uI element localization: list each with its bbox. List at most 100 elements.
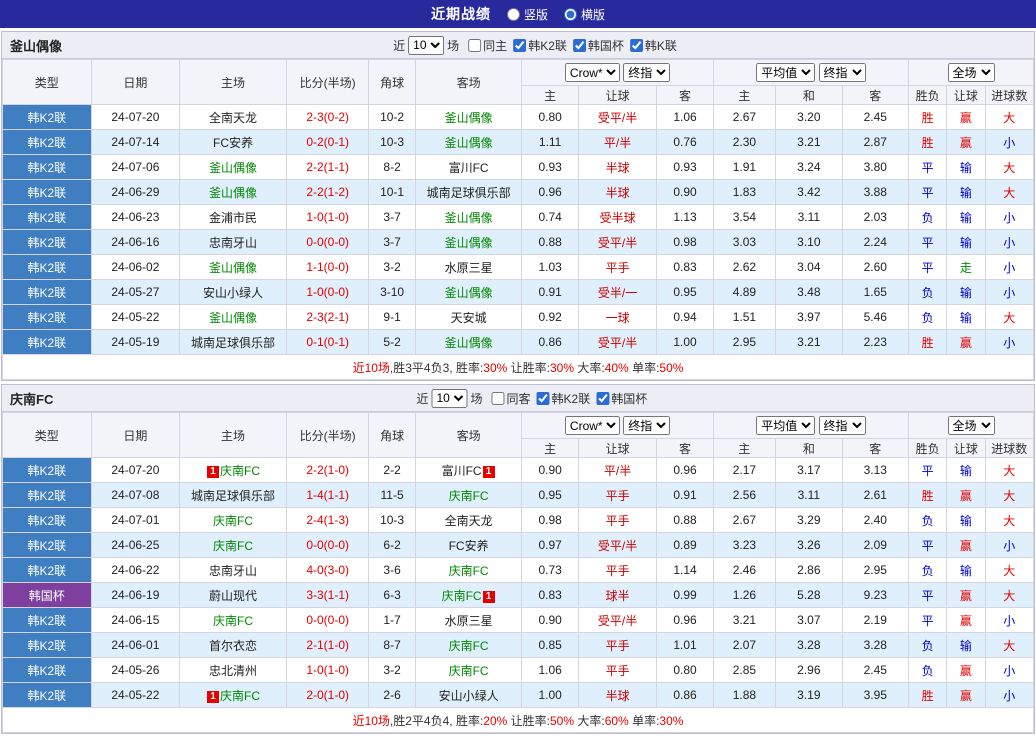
handicap-cell: 半球 [577, 179, 658, 205]
handicap-cell: 平手 [577, 254, 658, 280]
handicap-result-cell: 输 [946, 154, 986, 180]
avg-home-odds-cell: 3.23 [712, 532, 777, 558]
avg-away-odds-cell: 3.95 [841, 682, 910, 708]
team-name: 安山小绿人 [438, 688, 499, 703]
checkbox-韩K2联[interactable] [513, 38, 527, 52]
scope-select[interactable]: 全场 [947, 416, 995, 435]
home-team-cell: FC安养 [179, 129, 287, 155]
team-name: 釜山偶像 [209, 160, 258, 175]
filter-checkbox[interactable]: 韩K2联 [513, 37, 567, 54]
match-row: 韩K2联 24-06-15 庆南FC 0-0(0-0) 1-7 水原三星 0.90 受平/半 0… [2, 607, 1035, 633]
home-odds-cell: 1.06 [521, 657, 579, 683]
date-cell: 24-05-26 [90, 657, 181, 683]
avg-source-select[interactable]: 平均值 [756, 63, 816, 82]
avg-draw-odds-cell: 5.28 [775, 582, 843, 608]
layout-radio-vertical[interactable]: 竖版 [506, 6, 548, 23]
section-header: 釜山偶像 近 10 场 同主 韩K2联 韩国杯 韩K联 [2, 32, 1034, 59]
scope-select[interactable]: 全场 [947, 63, 995, 82]
date-cell: 24-06-29 [90, 179, 181, 205]
home-team-cell: 庆南FC [179, 607, 287, 633]
match-count-select[interactable]: 10 [408, 35, 445, 55]
team-name: 庆南FC [448, 488, 489, 503]
col-handicap: 让球 [577, 438, 658, 458]
avg-source-select[interactable]: 平均值 [756, 416, 816, 435]
home-odds-cell: 0.97 [521, 532, 579, 558]
home-team-cell: 釜山偶像 [179, 154, 287, 180]
filter-checkbox[interactable]: 韩国杯 [596, 390, 647, 407]
near-label: 近 [416, 391, 429, 406]
away-odds-cell: 1.14 [656, 557, 714, 583]
handicap-cell: 平手 [577, 632, 658, 658]
league-filter-checkboxes: 同客 韩K2联 韩国杯 [486, 390, 647, 407]
home-team-cell: 金浦市民 [179, 204, 287, 230]
league-filter-checkboxes: 同主 韩K2联 韩国杯 韩K联 [462, 37, 677, 54]
layout-radio-horizontal[interactable]: 横版 [564, 6, 605, 23]
horizontal-radio[interactable] [564, 7, 577, 21]
handicap-result-cell: 赢 [946, 657, 986, 683]
checkbox-同客[interactable] [491, 391, 505, 405]
home-odds-cell: 0.88 [521, 229, 579, 255]
handicap-cell: 受平/半 [577, 229, 658, 255]
score-cell: 2-2(1-0) [285, 457, 370, 483]
score-cell: 2-4(1-3) [285, 507, 370, 533]
filter-checkbox[interactable]: 同主 [468, 37, 507, 54]
filter-checkbox[interactable]: 同客 [491, 390, 531, 407]
avg-time-select[interactable]: 终指 [818, 416, 866, 435]
summary-text: 胜率: [455, 360, 484, 375]
filter-checkbox[interactable]: 韩国杯 [572, 37, 624, 54]
avg-home-odds-cell: 1.83 [712, 179, 777, 205]
away-team-cell: 庆南FC [414, 657, 523, 683]
away-team-cell: 釜山偶像 [414, 279, 523, 305]
corner-cell: 10-3 [368, 507, 416, 533]
odds-time-select[interactable]: 终指 [623, 416, 671, 435]
handicap-result-cell: 赢 [946, 607, 986, 633]
summary-text: 大率: [574, 360, 605, 375]
match-row: 韩K2联 24-05-26 忠北清州 1-0(1-0) 3-2 庆南FC 1.06 平手 0.8… [2, 657, 1035, 683]
summary-text: 20% [483, 713, 508, 728]
team-name: 庆南FC [448, 663, 489, 678]
summary-text: 让胜率: [507, 360, 550, 375]
avg-home-odds-cell: 2.67 [712, 104, 777, 130]
handicap-result-cell: 输 [946, 557, 986, 583]
team-title: 庆南FC [10, 391, 54, 407]
handicap-cell: 平/半 [577, 457, 658, 483]
odds-time-select[interactable]: 终指 [623, 63, 671, 82]
team-section-gyeongnam: 庆南FC 近 10 场 同客 韩K2联 韩国杯 类型 日期 主场 比分(半场) 角球… [1, 384, 1035, 734]
league-cell: 韩K2联 [2, 179, 92, 205]
odds-source-select[interactable]: Crow* [564, 416, 620, 435]
avg-time-select[interactable]: 终指 [818, 63, 866, 82]
away-odds-cell: 0.90 [656, 179, 714, 205]
avg-home-odds-cell: 1.51 [712, 304, 777, 330]
col-avg-draw: 和 [775, 438, 843, 458]
away-team-cell: 釜山偶像 [414, 204, 523, 230]
filter-checkbox[interactable]: 韩K联 [629, 37, 677, 54]
checkbox-韩K2联[interactable] [536, 391, 550, 405]
home-team-cell: 安山小绿人 [179, 279, 287, 305]
home-team-cell: 首尔衣恋 [179, 632, 287, 658]
league-cell: 韩K2联 [2, 632, 92, 658]
vertical-radio[interactable] [506, 7, 520, 21]
odds-source-select[interactable]: Crow* [564, 63, 620, 82]
match-count-select[interactable]: 10 [431, 388, 468, 408]
handicap-result-cell: 输 [946, 304, 986, 330]
avg-draw-odds-cell: 3.11 [775, 482, 843, 508]
home-odds-cell: 0.74 [521, 204, 579, 230]
filter-checkbox[interactable]: 韩K2联 [536, 390, 590, 407]
checkbox-韩K联[interactable] [629, 38, 643, 52]
team-name: 釜山偶像 [444, 135, 493, 150]
league-cell: 韩K2联 [2, 607, 92, 633]
summary-text: 30% [550, 360, 575, 375]
team-name: 富川FC [448, 160, 489, 175]
avg-away-odds-cell: 2.87 [841, 129, 910, 155]
col-date: 日期 [90, 412, 181, 458]
checkbox-同主[interactable] [468, 38, 482, 52]
checkbox-韩国杯[interactable] [596, 391, 610, 405]
handicap-result-cell: 输 [946, 279, 986, 305]
team-name: 忠南牙山 [209, 563, 258, 578]
away-odds-cell: 0.95 [656, 279, 714, 305]
away-team-cell: 釜山偶像 [414, 104, 523, 130]
checkbox-韩国杯[interactable] [572, 38, 586, 52]
goals-result-cell: 大 [984, 557, 1035, 583]
avg-home-odds-cell: 3.21 [712, 607, 777, 633]
score-cell: 1-0(0-0) [285, 279, 370, 305]
